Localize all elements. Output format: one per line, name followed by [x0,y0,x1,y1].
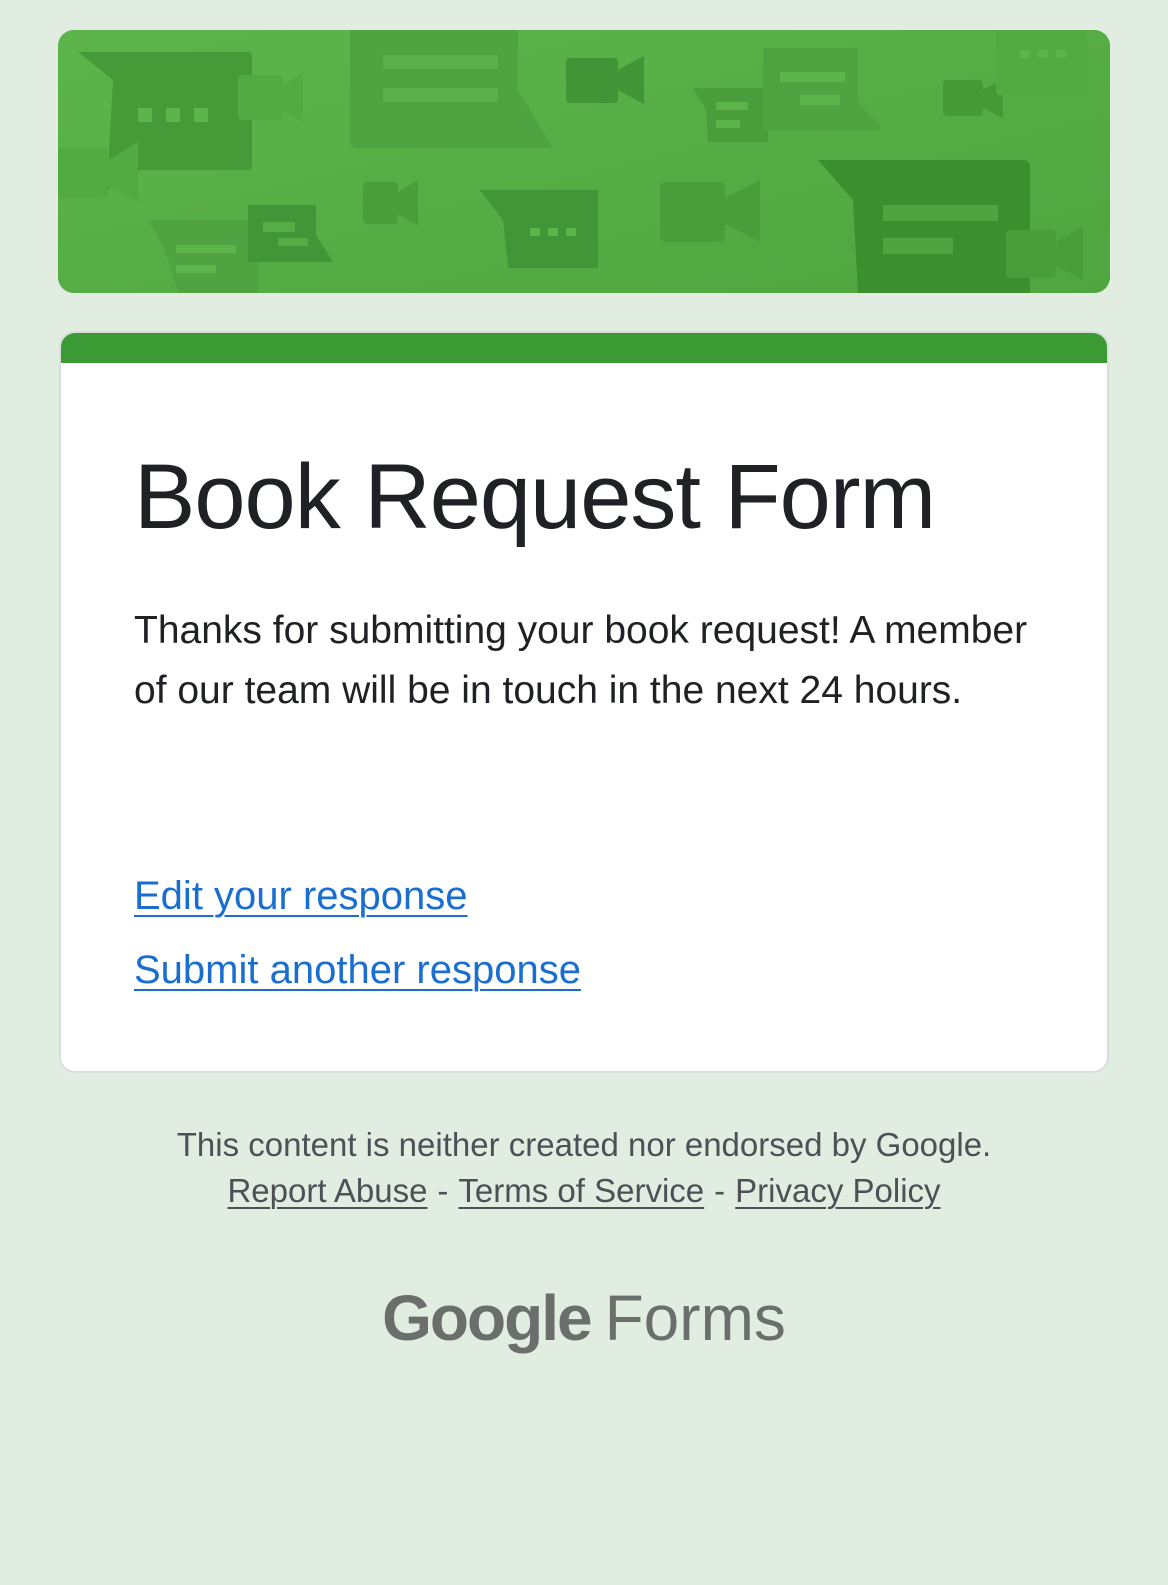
privacy-policy-link[interactable]: Privacy Policy [735,1172,940,1209]
google-wordmark: Google [382,1282,592,1354]
footer-disclaimer: This content is neither created nor endo… [176,1126,992,1163]
confirmation-card: Book Request Form Thanks for submitting … [59,331,1109,1073]
card-accent-bar [61,333,1107,363]
forms-wordmark: Forms [604,1282,786,1354]
footer-separator: - [714,1172,726,1209]
terms-of-service-link[interactable]: Terms of Service [458,1172,704,1209]
report-abuse-link[interactable]: Report Abuse [227,1172,427,1209]
form-title: Book Request Form [134,446,936,548]
google-forms-logo[interactable]: Google Forms [0,1278,1168,1358]
banner-pattern-illustration [58,30,1110,293]
confirmation-message: Thanks for submitting your book request!… [134,609,1028,712]
footer-separator: - [437,1172,449,1209]
edit-response-link[interactable]: Edit your response [134,871,468,921]
footer-links: Report Abuse - Terms of Service - Privacy Po… [0,1168,1168,1214]
submit-another-response-link[interactable]: Submit another response [134,945,581,995]
header-banner [58,30,1110,293]
